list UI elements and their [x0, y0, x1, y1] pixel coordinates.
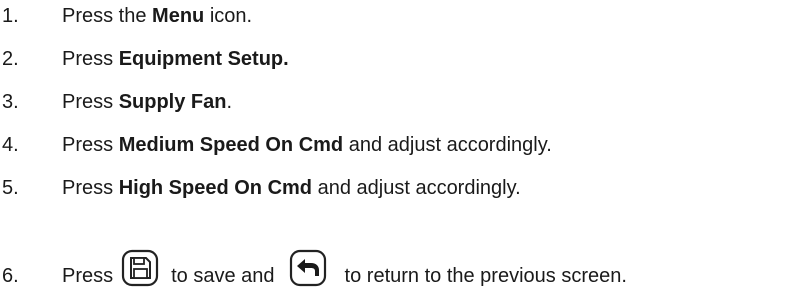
step-bold-term: Medium Speed On Cmd — [118, 134, 344, 156]
step-3: 3. Press Supply Fan. — [0, 90, 232, 114]
step-number: 6. — [2, 265, 19, 287]
step-5: 5. Press High Speed On Cmd and adjust acc… — [0, 176, 521, 200]
step-text-after: . — [226, 91, 233, 113]
step-2: 2. Press Equipment Setup. — [0, 47, 289, 71]
step-text: Press — [62, 48, 119, 70]
step-bold-term: Supply Fan — [118, 91, 227, 113]
step-4: 4. Press Medium Speed On Cmd and adjust a… — [0, 133, 552, 157]
step-bold-term: Equipment Setup. — [118, 48, 289, 70]
step-number: 2. — [2, 48, 19, 70]
step-text: Press the — [62, 5, 153, 27]
step-1: 1. Press the Menu icon. — [0, 4, 252, 28]
step-number: 5. — [2, 177, 19, 199]
back-instruction-text: to return to the previous screen. — [344, 265, 627, 287]
step-6: 6. Press to save and to return to the pre… — [0, 249, 627, 302]
step-text-after: and adjust accordingly. — [343, 134, 552, 156]
save-icon[interactable] — [121, 249, 159, 287]
step-number: 3. — [2, 91, 19, 113]
step-number: 4. — [2, 134, 19, 156]
step-bold-term: Menu — [152, 5, 205, 27]
step-bold-term: High Speed On Cmd — [118, 177, 313, 199]
step-text: Press — [62, 134, 119, 156]
step-text-after: icon. — [204, 5, 253, 27]
step-press-text: Press — [62, 265, 114, 287]
save-instruction-text: to save and — [171, 265, 275, 287]
step-text: Press — [62, 177, 119, 199]
step-number: 1. — [2, 5, 19, 27]
step-text-after: and adjust accordingly. — [312, 177, 521, 199]
step-text: Press — [62, 91, 119, 113]
back-arrow-icon[interactable] — [289, 249, 327, 287]
instruction-steps: 1. Press the Menu icon. 2. Press Equipment… — [0, 0, 796, 308]
